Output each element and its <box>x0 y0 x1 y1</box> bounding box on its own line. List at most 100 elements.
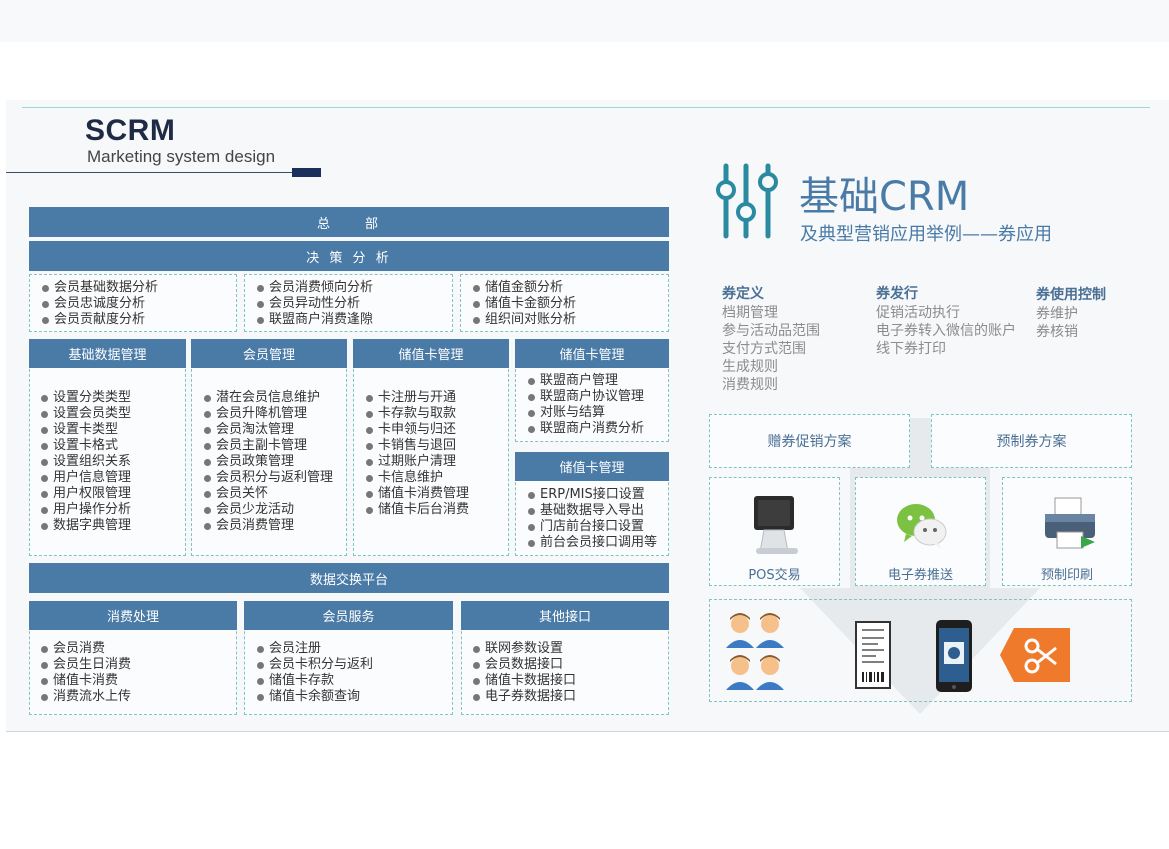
list-item: 促销活动执行 <box>876 305 960 321</box>
analysis-panel-2: 会员消费倾向分析 会员异动性分析 联盟商户消费逢隙 <box>244 274 453 332</box>
list-item: 会员升降机管理 <box>204 406 333 422</box>
list-item: 数据字典管理 <box>41 518 131 534</box>
list-item: 潜在会员信息维护 <box>204 390 333 406</box>
channel-label: POS交易 <box>748 568 801 583</box>
exchange-bar: 数据交换平台 <box>29 563 669 593</box>
brand-title: SCRM <box>85 114 176 147</box>
list-item: 联网参数设置 <box>473 641 576 657</box>
list-item: 卡存款与取款 <box>366 406 469 422</box>
coupon-issue-head: 券发行 <box>876 286 918 302</box>
list-item: 会员政策管理 <box>204 454 333 470</box>
list-item: 会员数据接口 <box>473 657 576 673</box>
module-title: 基础数据管理 <box>29 339 186 368</box>
top-rule <box>22 107 1150 108</box>
list-item: 消费流水上传 <box>41 689 131 705</box>
list-item: 储值卡存款 <box>257 673 373 689</box>
list-item: 会员贡献度分析 <box>42 312 158 328</box>
module-title: 会员管理 <box>191 339 347 368</box>
analysis-panel-3: 储值金额分析 储值卡金额分析 组织间对账分析 <box>460 274 669 332</box>
list-item: 联盟商户消费分析 <box>528 421 644 437</box>
top-band <box>0 0 1169 42</box>
list-item: 券维护 <box>1036 306 1078 322</box>
channel-print: 预制印刷 <box>1002 477 1132 586</box>
module-title: 储值卡管理 <box>515 339 669 368</box>
list-item: 会员忠诚度分析 <box>42 296 158 312</box>
slide-bottom-line <box>6 731 1169 732</box>
channel-label: 预制印刷 <box>1040 568 1093 583</box>
list-item: 基础数据导入导出 <box>528 503 657 519</box>
list-item: 卡申领与归还 <box>366 422 469 438</box>
module-title: 储值卡管理 <box>353 339 509 368</box>
list-item: 会员淘汰管理 <box>204 422 333 438</box>
brand-accent-block <box>292 168 321 177</box>
scheme-prefab-coupon: 预制券方案 <box>931 414 1132 468</box>
list-item: 支付方式范围 <box>722 341 806 357</box>
hq-bar: 总 部 <box>29 207 669 237</box>
list-item: 会员消费 <box>41 641 131 657</box>
wechat-icon <box>897 504 947 549</box>
channel-wechat: 电子券推送 <box>855 477 986 586</box>
list-item: 设置会员类型 <box>41 406 131 422</box>
coupon-control-head: 券使用控制 <box>1036 287 1106 303</box>
brand-rule <box>6 172 293 173</box>
list-item: 用户操作分析 <box>41 502 131 518</box>
receipt-icon <box>855 621 891 689</box>
list-item: 生成规则 <box>722 359 778 375</box>
list-item: 会员基础数据分析 <box>42 280 158 296</box>
members-icon <box>726 613 784 690</box>
list-item: 用户信息管理 <box>41 470 131 486</box>
list-item: 联盟商户消费逢隙 <box>257 312 373 328</box>
crm-subtitle: 及典型营销应用举例——券应用 <box>800 224 1052 245</box>
bottom-title: 其他接口 <box>461 601 669 630</box>
list-item: 设置卡类型 <box>41 422 131 438</box>
list-item: 会员注册 <box>257 641 373 657</box>
bottom-title: 消费处理 <box>29 601 237 630</box>
printer-icon <box>1045 497 1095 549</box>
module-title: 储值卡管理 <box>515 452 669 481</box>
list-item: 储值卡数据接口 <box>473 673 576 689</box>
list-item: 消费规则 <box>722 377 778 393</box>
list-item: 储值卡消费 <box>41 673 131 689</box>
list-item: 电子券数据接口 <box>473 689 576 705</box>
analysis-panel-1: 会员基础数据分析 会员忠诚度分析 会员贡献度分析 <box>29 274 237 332</box>
list-item: 会员消费倾向分析 <box>257 280 373 296</box>
scheme-gift-coupon: 赠券促销方案 <box>709 414 910 468</box>
list-item: 线下券打印 <box>876 341 946 357</box>
list-item: 电子券转入微信的账户 <box>876 323 1016 339</box>
list-item: 门店前台接口设置 <box>528 519 657 535</box>
list-item: 设置组织关系 <box>41 454 131 470</box>
list-item: 储值卡消费管理 <box>366 486 469 502</box>
list-item: 联盟商户协议管理 <box>528 389 644 405</box>
list-item: 过期账户清理 <box>366 454 469 470</box>
list-item: 档期管理 <box>722 305 778 321</box>
list-item: 会员生日消费 <box>41 657 131 673</box>
equalizer-icon <box>716 163 778 239</box>
channel-label: 电子券推送 <box>887 568 953 583</box>
coupon-flow-panel <box>709 599 1132 702</box>
brand-subtitle: Marketing system design <box>87 147 276 166</box>
list-item: 设置分类类型 <box>41 390 131 406</box>
list-item: 会员卡积分与返利 <box>257 657 373 673</box>
coupon-control-list: 券维护 券核销 <box>1036 305 1078 341</box>
coupon-definition-list: 档期管理 参与活动品范围 支付方式范围 生成规则 消费规则 <box>722 304 820 394</box>
list-item: 前台会员接口调用等 <box>528 535 657 551</box>
list-item: 会员异动性分析 <box>257 296 373 312</box>
list-item: 会员少龙活动 <box>204 502 333 518</box>
list-item: 券核销 <box>1036 324 1078 340</box>
list-item: 储值金额分析 <box>473 280 576 296</box>
list-item: 会员消费管理 <box>204 518 333 534</box>
list-item: 会员主副卡管理 <box>204 438 333 454</box>
list-item: 联盟商户管理 <box>528 373 644 389</box>
list-item: 对账与结算 <box>528 405 644 421</box>
channel-pos: POS交易 <box>709 477 840 586</box>
list-item: 储值卡余额查询 <box>257 689 373 705</box>
crm-title: 基础CRM <box>799 174 970 220</box>
scissors-coupon-icon <box>1000 628 1070 682</box>
list-item: 储值卡后台消费 <box>366 502 469 518</box>
phone-coupon-icon <box>936 620 972 692</box>
list-item: 储值卡金额分析 <box>473 296 576 312</box>
coupon-definition-head: 券定义 <box>722 286 764 302</box>
list-item: 参与活动品范围 <box>722 323 820 339</box>
list-item: 用户权限管理 <box>41 486 131 502</box>
bottom-title: 会员服务 <box>244 601 453 630</box>
